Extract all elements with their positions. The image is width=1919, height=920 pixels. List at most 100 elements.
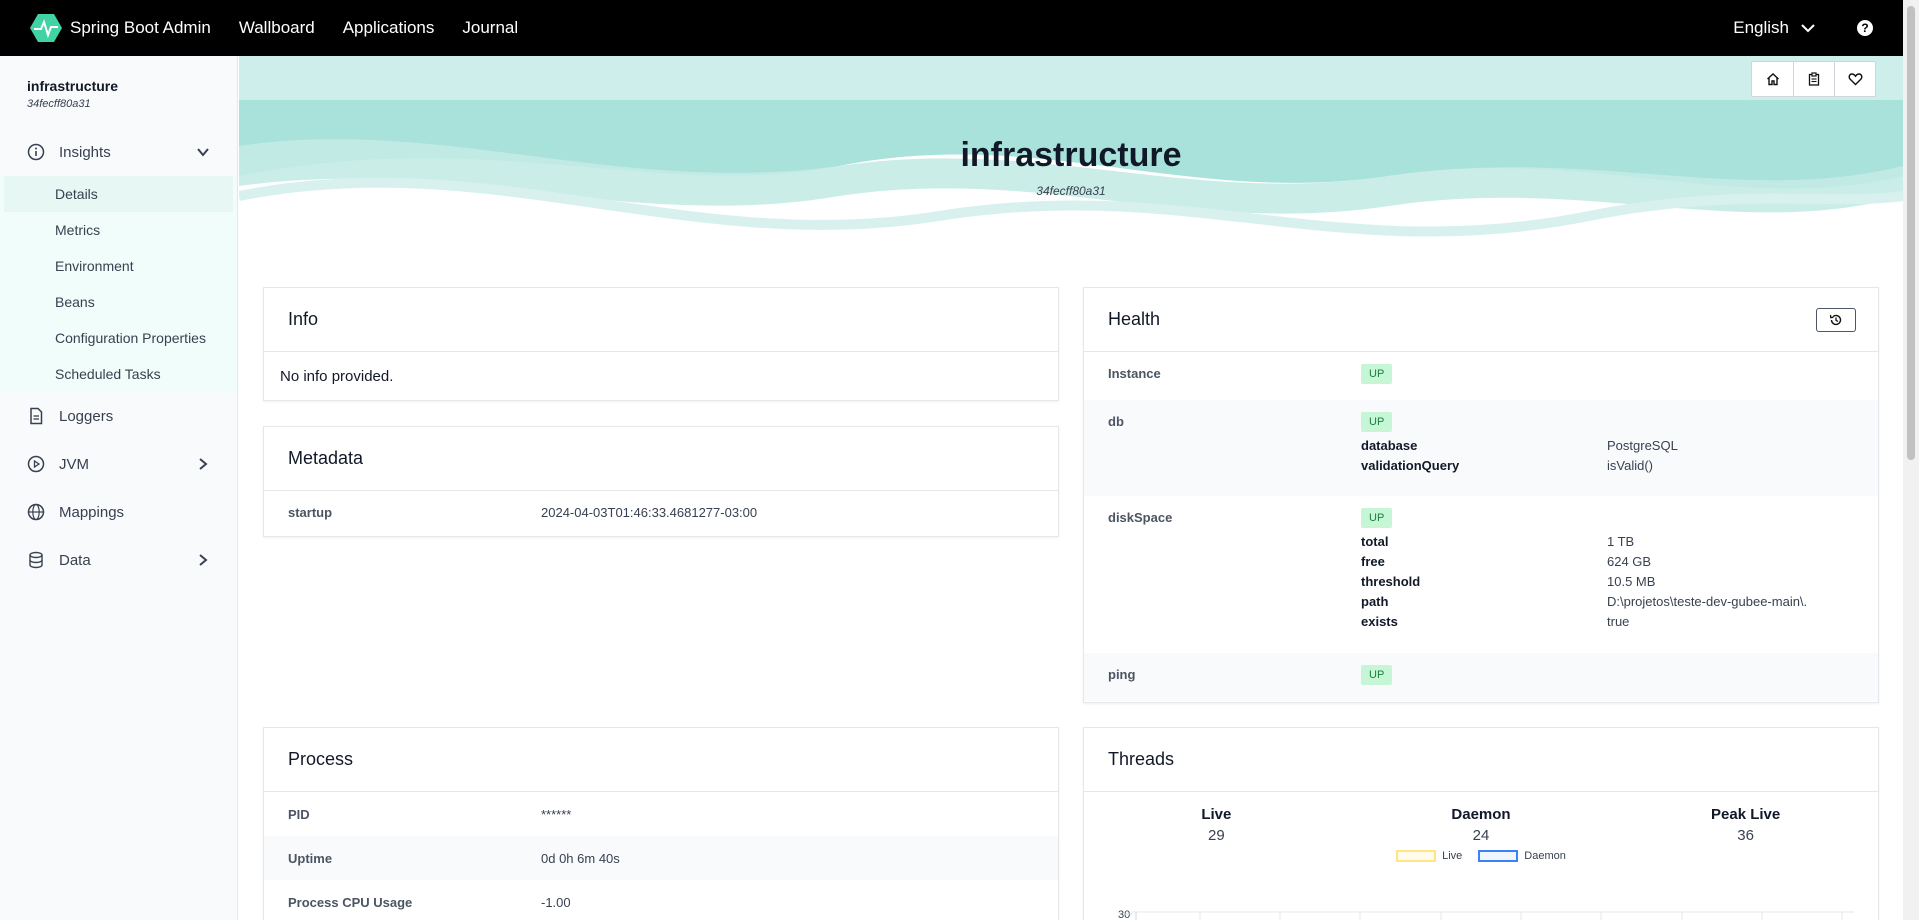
metadata-card: Metadata startup 2024-04-03T01:46:33.468… [263,426,1059,537]
page-subtitle: 34fecff80a31 [1036,184,1106,198]
chevron-right-icon [199,458,208,470]
threads-peak-stat: Peak Live 36 [1646,806,1846,844]
page-scrollbar[interactable] [1903,0,1919,920]
page-title: infrastructure [960,136,1182,174]
threads-live-stat: Live 29 [1116,806,1316,844]
help-icon[interactable]: ? [1857,20,1873,36]
clipboard-button[interactable] [1793,62,1834,96]
sidebar-item-environment[interactable]: Environment [4,248,233,284]
health-detail: total 1 TB [1361,534,1854,550]
heart-icon [1848,73,1862,86]
health-detail: validationQuery isValid() [1361,458,1854,474]
hero-action-buttons [1751,61,1876,97]
globe-icon [27,503,45,521]
metadata-key: startup [288,505,333,520]
stat-value: 24 [1472,827,1490,844]
detail-key: exists [1361,614,1398,629]
health-key: db [1108,414,1124,429]
metadata-row: startup 2024-04-03T01:46:33.4681277-03:0… [264,491,1058,520]
info-circle-icon [27,143,45,161]
sidebar-app-id: 34fecff80a31 [27,98,91,110]
health-title-text: Health [1108,309,1161,329]
status-badge: UP [1361,412,1393,432]
process-value: -1.00 [541,894,571,910]
sidebar-item-jvm[interactable]: JVM [0,440,237,488]
threads-chart: 30 [1118,909,1854,920]
insights-submenu: Details Metrics Environment Beans Config… [0,176,237,392]
sidebar-item-insights[interactable]: Insights [0,128,237,176]
document-icon [30,407,43,425]
sidebar-item-label: Loggers [59,407,114,425]
status-badge: UP [1361,508,1393,528]
language-selector[interactable]: English [1733,18,1815,38]
detail-key: free [1361,554,1385,569]
chevron-down-icon [197,148,209,157]
info-empty-message: No info provided. [280,368,394,385]
sidebar-item-label: Mappings [59,503,125,521]
health-card: Health Instance UP db UP database Postgre… [1083,287,1879,703]
process-key: Process CPU Usage [288,894,413,910]
threads-daemon-stat: Daemon 24 [1381,806,1581,844]
legend-label-live: Live [1442,850,1463,862]
home-button[interactable] [1752,62,1793,96]
stat-label: Daemon [1451,806,1511,823]
detail-value: 624 GB [1607,554,1652,569]
chevron-right-icon [199,554,208,566]
process-row: Uptime 0d 0h 6m 40s [264,836,1058,880]
legend-swatch-daemon[interactable] [1478,850,1519,862]
nav-journal[interactable]: Journal [462,18,518,38]
brand-name: Spring Boot Admin [70,18,211,37]
sidebar-item-loggers[interactable]: Loggers [0,392,237,440]
health-history-button[interactable] [1816,308,1856,332]
detail-value: isValid() [1607,458,1653,473]
detail-key: threshold [1361,574,1421,589]
threads-legend: Live Daemon [1084,850,1878,862]
nav-applications[interactable]: Applications [343,18,435,38]
logo-icon [30,14,62,42]
sidebar-item-mappings[interactable]: Mappings [0,488,237,536]
sidebar-item-details[interactable]: Details [4,176,233,212]
process-card-title: Process [264,728,1058,792]
detail-value: true [1607,614,1630,629]
main-content: infrastructure 34fecff80a31 Info No info… [239,56,1903,920]
process-card: Process PID ****** Uptime 0d 0h 6m 40s P… [263,727,1059,920]
sidebar-item-beans[interactable]: Beans [4,284,233,320]
sidebar-item-data[interactable]: Data [0,536,237,584]
stat-label: Live [1201,806,1232,823]
sidebar-app-header: infrastructure 34fecff80a31 [0,56,237,110]
legend-label-daemon: Daemon [1524,850,1566,862]
nav-wallboard[interactable]: Wallboard [239,18,315,38]
health-detail: exists true [1361,614,1854,630]
process-key: PID [288,806,310,822]
info-card-title: Info [264,288,1058,352]
health-key: diskSpace [1108,510,1173,525]
health-card-title: Health [1084,288,1878,352]
database-icon [29,551,43,569]
health-row-db: db UP database PostgreSQL validationQuery… [1084,400,1878,496]
play-circle-icon [27,455,45,473]
process-value: 0d 0h 6m 40s [541,850,620,866]
brand-link[interactable]: Spring Boot Admin [30,14,211,42]
process-row: Process CPU Usage -1.00 [264,880,1058,920]
legend-swatch-live[interactable] [1396,850,1437,862]
sidebar-item-label: JVM [59,455,89,473]
scrollbar-thumb[interactable] [1907,6,1915,460]
detail-value: D:\projetos\teste-dev-gubee-main\. [1607,594,1808,609]
sidebar-item-label: Data [59,551,91,569]
sidebar-item-configuration-properties[interactable]: Configuration Properties [4,320,233,356]
sidebar-item-metrics[interactable]: Metrics [4,212,233,248]
health-row-instance: Instance UP [1084,352,1878,400]
stat-value: 36 [1737,827,1754,844]
detail-key: path [1361,594,1389,609]
sidebar-item-scheduled-tasks[interactable]: Scheduled Tasks [4,356,233,392]
threads-card-title: Threads [1084,728,1878,792]
heart-button[interactable] [1834,62,1875,96]
health-row-ping: ping UP [1084,653,1878,701]
health-key: ping [1108,667,1136,682]
health-row-diskspace: diskSpace UP total 1 TB free 624 GB thresh… [1084,496,1878,653]
threads-stats: Live 29 Daemon 24 Peak Live 36 [1084,792,1878,844]
health-detail: free 624 GB [1361,554,1854,570]
language-label: English [1733,18,1789,37]
metadata-value: 2024-04-03T01:46:33.4681277-03:00 [541,505,758,520]
detail-value: 1 TB [1607,534,1635,549]
